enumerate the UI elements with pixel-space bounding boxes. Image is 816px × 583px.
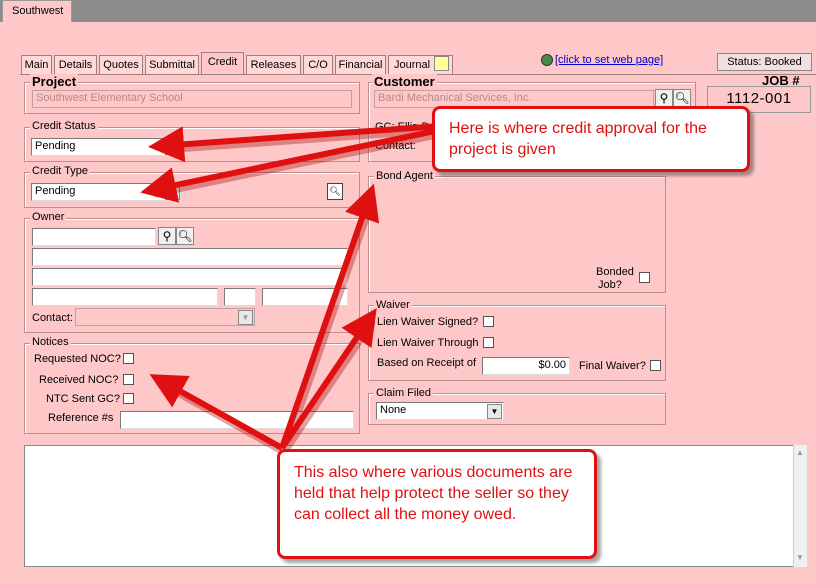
callout-documents: This also where various documents are he… — [277, 449, 597, 559]
callout-credit-approval: Here is where credit approval for the pr… — [432, 106, 750, 172]
